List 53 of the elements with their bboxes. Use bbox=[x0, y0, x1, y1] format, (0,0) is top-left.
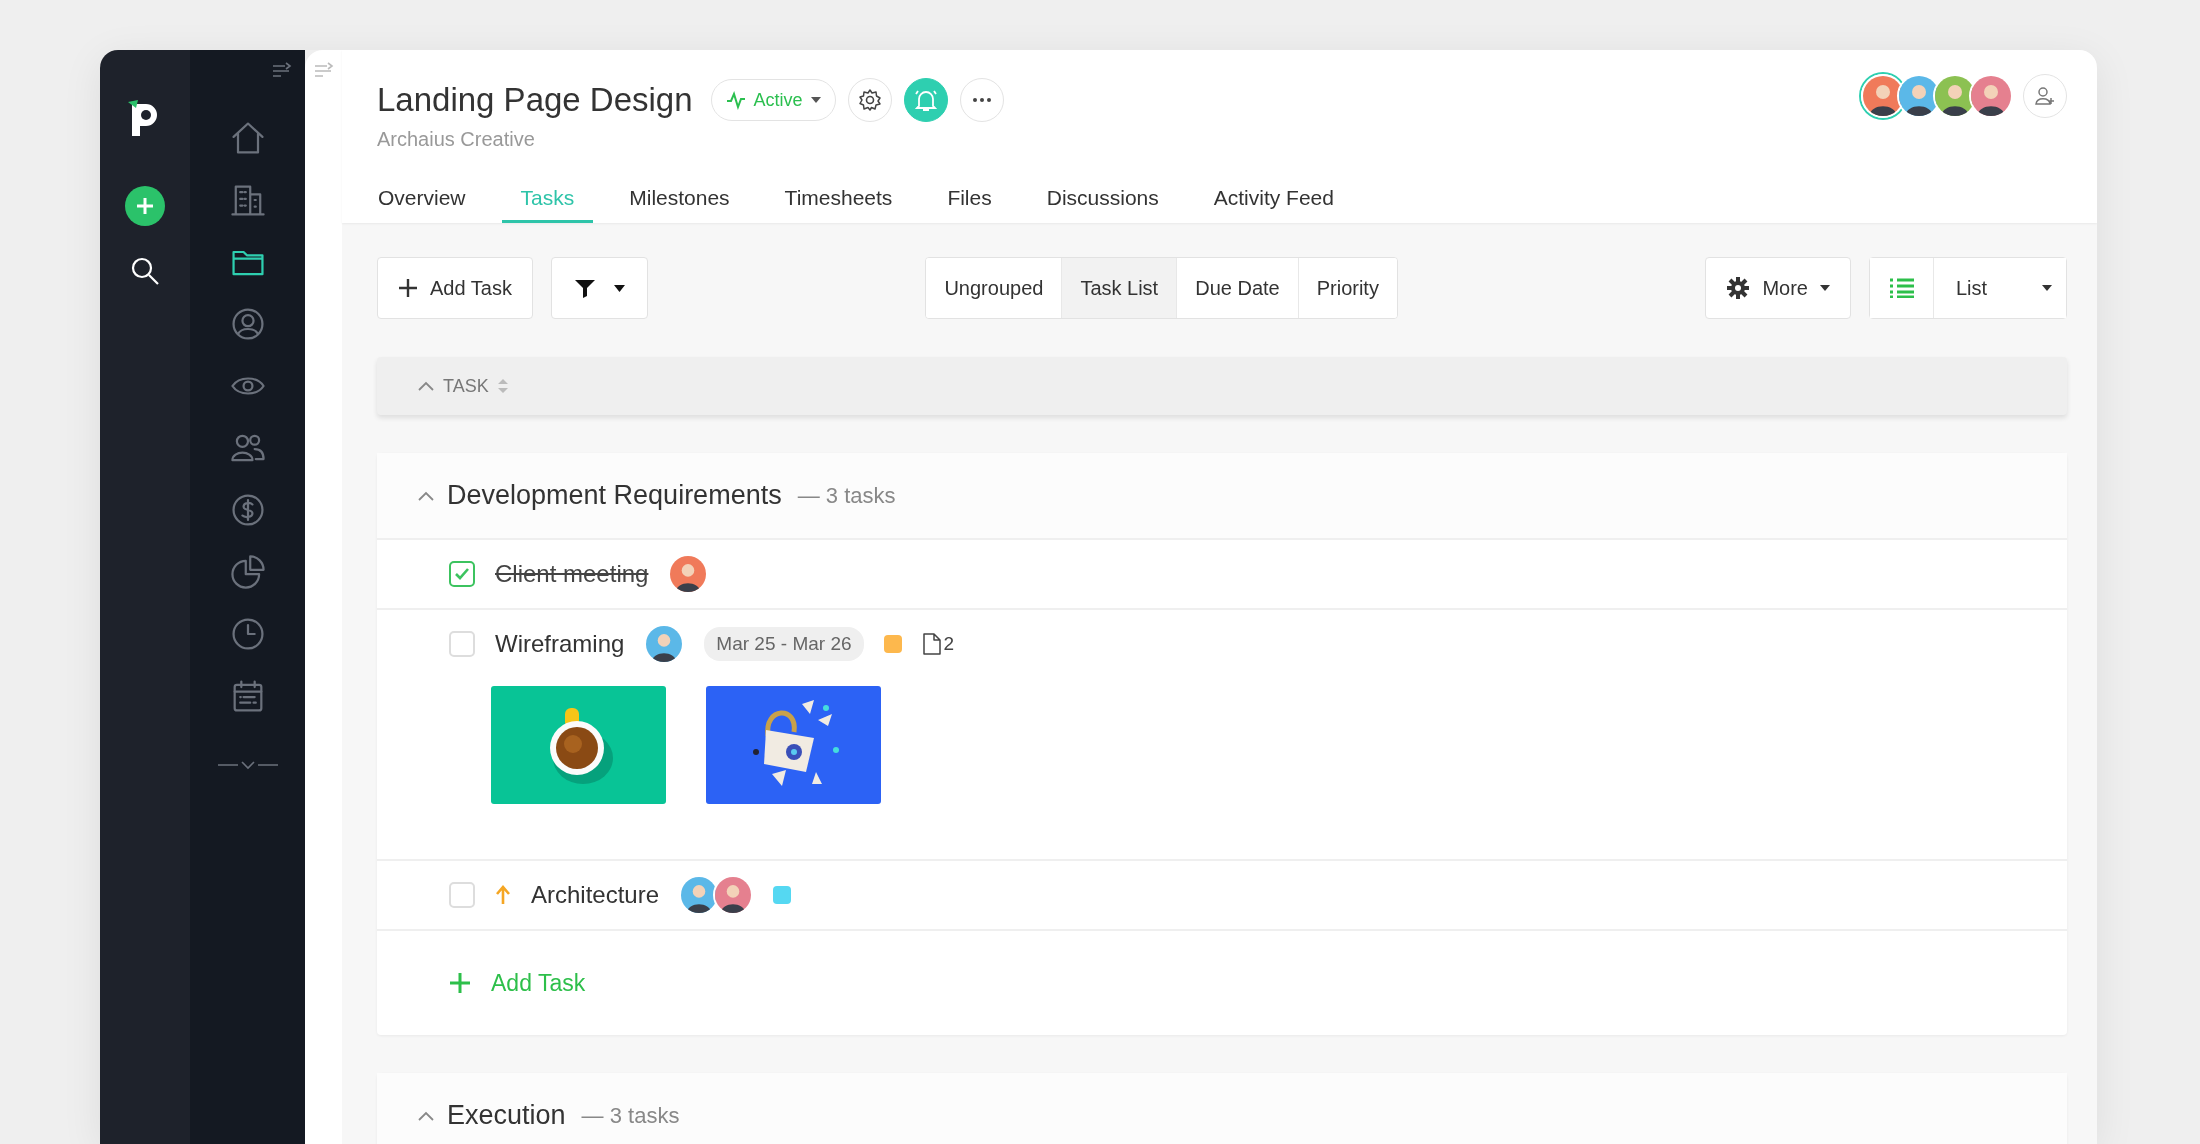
column-header[interactable]: TASK bbox=[443, 375, 489, 397]
chevron-icon[interactable] bbox=[417, 1109, 435, 1122]
task-count: — 3 tasks bbox=[581, 1102, 680, 1129]
check-icon bbox=[454, 567, 470, 581]
filter-button[interactable] bbox=[550, 257, 648, 319]
plus-icon bbox=[449, 972, 471, 994]
funnel-icon bbox=[573, 277, 596, 299]
date-range[interactable]: Mar 25 - Mar 26 bbox=[704, 627, 864, 661]
more-button[interactable]: More bbox=[1705, 257, 1851, 319]
list-icon bbox=[1888, 278, 1915, 298]
task-name[interactable]: Client meeting bbox=[495, 560, 649, 588]
gear-icon bbox=[857, 88, 882, 112]
chevron-icon[interactable] bbox=[417, 489, 435, 502]
create-button[interactable] bbox=[125, 186, 165, 226]
task-name[interactable]: Wireframing bbox=[495, 630, 625, 658]
checkbox[interactable] bbox=[449, 631, 475, 657]
task-count: — 3 tasks bbox=[797, 482, 896, 509]
add-user-icon bbox=[2034, 85, 2056, 107]
list-view-button[interactable] bbox=[1870, 258, 1934, 318]
tab[interactable]: Overview bbox=[359, 175, 485, 223]
caret-icon bbox=[613, 284, 625, 292]
settings-button[interactable] bbox=[847, 78, 892, 122]
collapse-icon[interactable] bbox=[271, 62, 293, 80]
tab[interactable]: Timesheets bbox=[765, 175, 912, 223]
checkbox[interactable] bbox=[449, 561, 475, 587]
tab[interactable]: Milestones bbox=[610, 175, 749, 223]
tab[interactable]: Discussions bbox=[1027, 175, 1178, 223]
file-icon bbox=[921, 632, 942, 656]
project-title: Landing Page Design bbox=[377, 81, 693, 119]
chevron-icon[interactable] bbox=[417, 380, 435, 392]
gear-icon bbox=[1726, 276, 1751, 300]
ellipsis-icon bbox=[971, 97, 992, 103]
add-member-button[interactable] bbox=[2023, 74, 2067, 118]
grouping-option[interactable]: Priority bbox=[1297, 258, 1397, 318]
plus-icon bbox=[135, 196, 155, 216]
checkbox[interactable] bbox=[449, 882, 475, 908]
pulse-icon bbox=[725, 90, 746, 110]
tab[interactable]: Files bbox=[928, 175, 1011, 223]
caret-icon bbox=[2042, 285, 2052, 291]
plus-icon bbox=[398, 278, 418, 298]
add-task-button[interactable]: Add Task bbox=[377, 257, 533, 319]
tab[interactable]: Activity Feed bbox=[1194, 175, 1353, 223]
caret-icon bbox=[810, 97, 821, 103]
section-title: Development Requirements bbox=[447, 480, 782, 511]
attachment-count: 2 bbox=[943, 633, 955, 655]
expand-icon[interactable] bbox=[217, 758, 278, 772]
grouping-option[interactable]: Task List bbox=[1061, 258, 1177, 318]
task-name[interactable]: Architecture bbox=[531, 881, 660, 909]
caret-icon bbox=[1820, 285, 1830, 291]
search-icon[interactable] bbox=[130, 256, 160, 286]
section-title: Execution bbox=[447, 1100, 566, 1131]
client-name: Archaius Creative bbox=[377, 128, 535, 151]
notifications-button[interactable] bbox=[903, 78, 948, 122]
